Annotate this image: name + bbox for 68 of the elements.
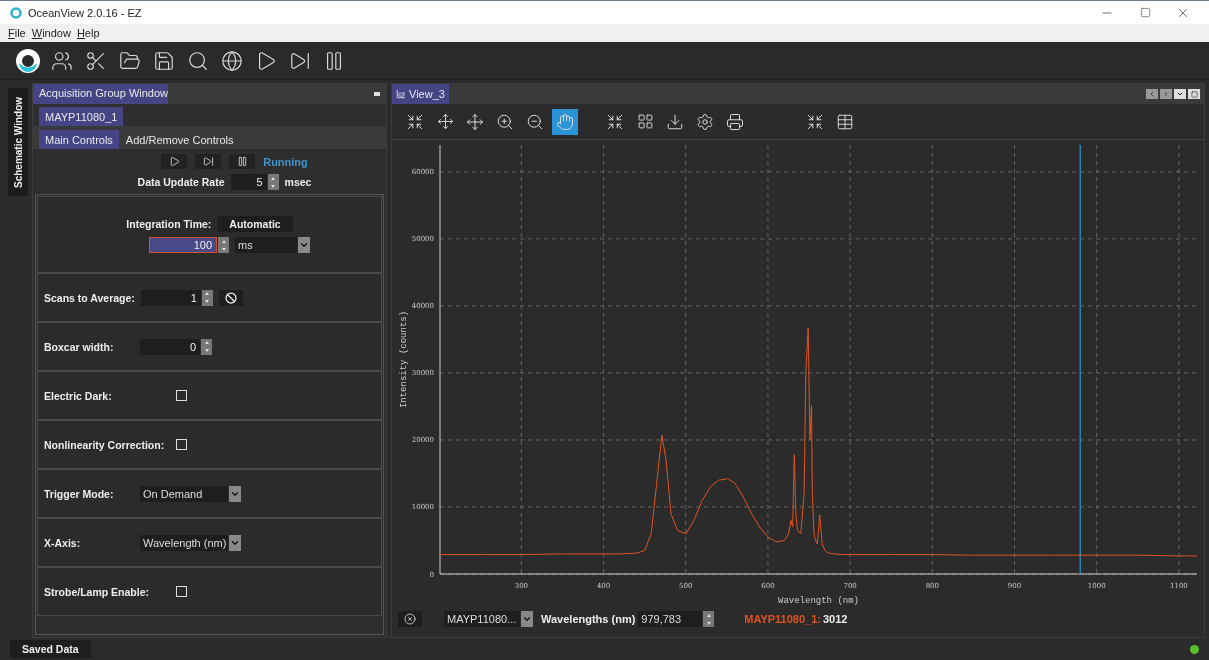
spin-stepper[interactable]	[703, 611, 715, 627]
clear-cursor-button[interactable]	[398, 611, 422, 627]
dropdown-button[interactable]	[521, 611, 533, 627]
caret-icon	[522, 614, 532, 624]
play-button[interactable]	[161, 154, 188, 169]
control-label: Nonlinearity Correction:	[44, 438, 166, 451]
caret-icon	[1176, 90, 1184, 98]
chevron-right-icon	[1162, 90, 1170, 98]
dropdown-button[interactable]	[298, 237, 310, 253]
integration-field[interactable]: 100	[149, 237, 217, 253]
ban-icon	[224, 291, 237, 304]
circle-x-icon	[404, 613, 416, 625]
number-field[interactable]: 1	[140, 289, 201, 306]
clear-button[interactable]	[218, 289, 243, 306]
rate-field[interactable]: 5	[230, 174, 267, 190]
panel-title[interactable]: Acquisition Group Window	[33, 84, 168, 104]
menu-item[interactable]: Help	[76, 27, 100, 39]
spin-stepper[interactable]	[267, 174, 279, 190]
tab[interactable]: Main Controls	[39, 130, 119, 149]
device-select[interactable]: MAYP11080...	[444, 611, 520, 627]
checkbox[interactable]	[176, 390, 187, 401]
cursor-line[interactable]	[1079, 144, 1082, 575]
side-tab[interactable]: Schematic Window	[8, 88, 28, 196]
control-label: Electric Dark:	[44, 389, 113, 402]
run-status: Running	[263, 155, 308, 168]
step-button[interactable]	[195, 154, 222, 169]
spin-stepper[interactable]	[201, 338, 212, 355]
maximize-icon[interactable]	[1139, 7, 1151, 18]
caret-icon	[299, 240, 309, 250]
device-tab[interactable]: MAYP11080_1	[39, 107, 124, 126]
series-label: MAYP11080_1:	[744, 613, 821, 625]
play-icon	[168, 156, 180, 167]
control-label: Trigger Mode:	[44, 487, 115, 500]
control-label: Boxcar width:	[44, 340, 115, 353]
wavelength-label: Wavelengths (nm)	[541, 613, 636, 625]
chevron-left-icon	[1148, 90, 1156, 98]
app-logo-icon	[10, 6, 22, 19]
select-field[interactable]: Wavelength (nm)	[140, 534, 228, 551]
number-field[interactable]: 0	[140, 338, 200, 355]
intensity-reading: 3012	[823, 613, 848, 625]
scroll-left-button[interactable]	[1146, 89, 1158, 99]
dropdown-button[interactable]	[1174, 89, 1186, 99]
rate-unit: msec	[284, 176, 312, 188]
view-tab[interactable]: View_3	[392, 84, 449, 104]
hand-icon[interactable]	[552, 108, 578, 135]
menu-item[interactable]: Window	[31, 27, 71, 39]
control-label: Strobe/Lamp Enable:	[44, 585, 150, 598]
wavelength-field[interactable]: 979,783	[638, 611, 703, 627]
checkbox[interactable]	[176, 586, 187, 597]
select-field[interactable]: On Demand	[140, 485, 228, 502]
y-axis-title: Intensity (counts)	[399, 310, 409, 409]
control-label: Scans to Average:	[44, 291, 135, 304]
checkbox[interactable]	[176, 439, 187, 450]
automatic-button[interactable]: Automatic	[217, 216, 293, 232]
integration-label: Integration Time:	[126, 218, 212, 230]
chart-icon	[396, 89, 406, 99]
view-tab-label: View_3	[409, 88, 445, 100]
spin-stepper[interactable]	[201, 289, 213, 306]
unit-select[interactable]: ms	[235, 237, 297, 253]
window-title: OceanView 2.0.16 - EZ	[28, 6, 143, 19]
menu-item[interactable]: File	[8, 27, 26, 39]
saved-data-button[interactable]: Saved Data	[10, 640, 91, 658]
pause-button[interactable]	[229, 154, 256, 169]
pause-icon	[236, 156, 248, 167]
skip-forward-icon	[202, 156, 214, 167]
rate-label: Data Update Rate	[137, 176, 225, 188]
x-axis-title: Wavelength (nm)	[778, 596, 859, 606]
control-label: X-Axis:	[44, 536, 82, 549]
